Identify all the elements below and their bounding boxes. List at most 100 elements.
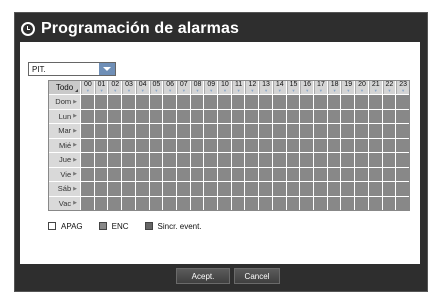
schedule-cell[interactable] — [122, 167, 135, 181]
schedule-cell[interactable] — [327, 138, 341, 152]
schedule-cell[interactable] — [286, 153, 300, 167]
schedule-cell[interactable] — [108, 95, 122, 109]
schedule-cell[interactable] — [396, 196, 409, 210]
hour-header-22[interactable]: 22 ▼ — [382, 81, 396, 94]
schedule-cell[interactable] — [300, 167, 314, 181]
schedule-cell[interactable] — [94, 109, 108, 123]
channel-dropdown[interactable]: PIT. — [28, 62, 116, 76]
schedule-cell[interactable] — [218, 196, 231, 210]
schedule-cell[interactable] — [231, 167, 245, 181]
schedule-cell[interactable] — [355, 124, 368, 138]
schedule-cell[interactable] — [382, 182, 396, 196]
schedule-cell[interactable] — [368, 138, 382, 152]
schedule-cell[interactable] — [122, 196, 135, 210]
schedule-cell[interactable] — [259, 109, 272, 123]
schedule-cell[interactable] — [382, 196, 396, 210]
schedule-cell[interactable] — [382, 153, 396, 167]
schedule-cell[interactable] — [204, 109, 218, 123]
schedule-cell[interactable] — [190, 138, 204, 152]
schedule-cell[interactable] — [163, 124, 176, 138]
schedule-cell[interactable] — [176, 124, 190, 138]
schedule-cell[interactable] — [163, 196, 176, 210]
schedule-cell[interactable] — [176, 182, 190, 196]
hour-header-18[interactable]: 18 ▼ — [327, 81, 341, 94]
schedule-cell[interactable] — [382, 109, 396, 123]
hour-header-00[interactable]: 00 ▼ — [81, 81, 94, 94]
hour-header-02[interactable]: 02 ▼ — [108, 81, 122, 94]
hour-header-20[interactable]: 20 ▼ — [355, 81, 368, 94]
schedule-cell[interactable] — [286, 167, 300, 181]
hour-header-21[interactable]: 21 ▼ — [368, 81, 382, 94]
schedule-cell[interactable] — [218, 124, 231, 138]
schedule-cell[interactable] — [108, 124, 122, 138]
schedule-cell[interactable] — [259, 95, 272, 109]
schedule-cell[interactable] — [368, 153, 382, 167]
schedule-cell[interactable] — [81, 182, 94, 196]
schedule-cell[interactable] — [135, 182, 149, 196]
schedule-cell[interactable] — [286, 109, 300, 123]
hour-header-10[interactable]: 10 ▼ — [218, 81, 231, 94]
schedule-cell[interactable] — [108, 109, 122, 123]
schedule-cell[interactable] — [108, 167, 122, 181]
schedule-cell[interactable] — [135, 124, 149, 138]
schedule-cell[interactable] — [218, 138, 231, 152]
schedule-cell[interactable] — [231, 196, 245, 210]
schedule-cell[interactable] — [245, 138, 259, 152]
schedule-cell[interactable] — [218, 182, 231, 196]
schedule-cell[interactable] — [314, 167, 327, 181]
schedule-cell[interactable] — [286, 138, 300, 152]
schedule-cell[interactable] — [314, 138, 327, 152]
hour-header-23[interactable]: 23 ▼ — [396, 81, 409, 94]
schedule-cell[interactable] — [314, 124, 327, 138]
day-row-label[interactable]: Lun ▶ — [49, 109, 80, 123]
schedule-cell[interactable] — [245, 167, 259, 181]
schedule-cell[interactable] — [382, 95, 396, 109]
schedule-cell[interactable] — [300, 182, 314, 196]
schedule-cell[interactable] — [135, 196, 149, 210]
schedule-cell[interactable] — [190, 95, 204, 109]
schedule-cell[interactable] — [122, 153, 135, 167]
schedule-cell[interactable] — [355, 109, 368, 123]
schedule-cell[interactable] — [341, 95, 355, 109]
schedule-cell[interactable] — [94, 138, 108, 152]
schedule-cell[interactable] — [300, 138, 314, 152]
schedule-cell[interactable] — [300, 109, 314, 123]
schedule-cell[interactable] — [122, 182, 135, 196]
schedule-cell[interactable] — [341, 124, 355, 138]
day-row-label[interactable]: Dom ▶ — [49, 95, 80, 109]
schedule-cell[interactable] — [163, 138, 176, 152]
schedule-cell[interactable] — [341, 196, 355, 210]
schedule-cell[interactable] — [368, 182, 382, 196]
schedule-cell[interactable] — [300, 196, 314, 210]
schedule-cell[interactable] — [396, 95, 409, 109]
hour-header-13[interactable]: 13 ▼ — [259, 81, 272, 94]
schedule-cell[interactable] — [149, 124, 163, 138]
schedule-cell[interactable] — [81, 196, 94, 210]
schedule-cell[interactable] — [382, 124, 396, 138]
schedule-cell[interactable] — [81, 138, 94, 152]
schedule-cell[interactable] — [355, 153, 368, 167]
schedule-cell[interactable] — [204, 95, 218, 109]
schedule-cell[interactable] — [163, 95, 176, 109]
schedule-cell[interactable] — [94, 182, 108, 196]
schedule-cell[interactable] — [231, 138, 245, 152]
schedule-cell[interactable] — [122, 109, 135, 123]
schedule-cell[interactable] — [327, 95, 341, 109]
schedule-cell[interactable] — [108, 196, 122, 210]
day-row-label[interactable]: Vie ▶ — [49, 167, 80, 181]
schedule-cell[interactable] — [368, 124, 382, 138]
hour-header-19[interactable]: 19 ▼ — [341, 81, 355, 94]
schedule-cell[interactable] — [204, 196, 218, 210]
schedule-cell[interactable] — [122, 95, 135, 109]
schedule-cell[interactable] — [135, 138, 149, 152]
schedule-cell[interactable] — [341, 167, 355, 181]
schedule-cell[interactable] — [327, 182, 341, 196]
schedule-cell[interactable] — [355, 196, 368, 210]
schedule-cell[interactable] — [341, 182, 355, 196]
schedule-cell[interactable] — [190, 109, 204, 123]
schedule-cell[interactable] — [396, 153, 409, 167]
schedule-cell[interactable] — [81, 153, 94, 167]
schedule-cell[interactable] — [396, 124, 409, 138]
schedule-cell[interactable] — [245, 95, 259, 109]
schedule-cell[interactable] — [368, 196, 382, 210]
